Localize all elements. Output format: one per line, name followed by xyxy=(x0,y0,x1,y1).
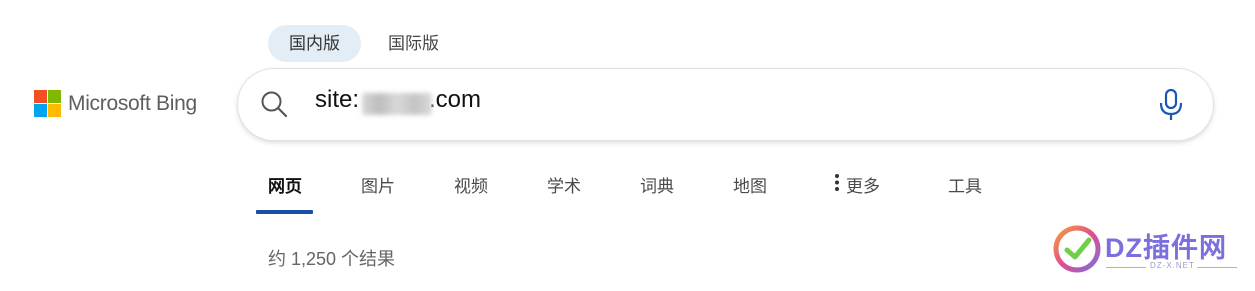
nav-maps[interactable]: 地图 xyxy=(733,166,767,216)
watermark-line-left xyxy=(1106,267,1146,268)
nav-label: 网页 xyxy=(268,177,302,196)
nav-label: 图片 xyxy=(361,177,395,196)
nav-academic[interactable]: 学术 xyxy=(547,166,581,216)
watermark-subtext: DZ-X.NET xyxy=(1150,261,1195,270)
nav-label: 工具 xyxy=(948,177,982,196)
tab-domestic[interactable]: 国内版 xyxy=(268,25,361,62)
nav-more[interactable]: 更多 xyxy=(834,166,880,216)
search-icon[interactable] xyxy=(259,89,289,119)
bing-logo[interactable]: Microsoft Bing xyxy=(34,90,197,117)
nav-dictionary[interactable]: 词典 xyxy=(640,166,674,216)
nav-label: 地图 xyxy=(733,177,767,196)
nav-label: 视频 xyxy=(454,177,488,196)
active-tab-underline xyxy=(256,210,313,214)
watermark-text: DZ插件网 xyxy=(1105,233,1227,263)
redaction-blur xyxy=(362,93,432,115)
nav-label: 学术 xyxy=(547,177,581,196)
logo-text: Microsoft Bing xyxy=(68,91,197,115)
microphone-icon[interactable] xyxy=(1158,88,1184,122)
microsoft-logo-icon xyxy=(34,90,61,117)
search-query-prefix: site: xyxy=(315,86,360,113)
watermark-logo-icon xyxy=(1053,225,1101,273)
nav-tools[interactable]: 工具 xyxy=(948,166,982,216)
vertical-dots-icon xyxy=(835,174,839,191)
nav-images[interactable]: 图片 xyxy=(361,166,395,216)
search-query-suffix: .com xyxy=(429,86,482,113)
search-box[interactable]: site: .com xyxy=(238,69,1213,140)
result-count: 约 1,250 个结果 xyxy=(268,249,396,269)
search-input[interactable]: site: .com xyxy=(315,86,1135,124)
region-tabs: 国内版 国际版 xyxy=(268,25,460,62)
nav-web[interactable]: 网页 xyxy=(268,166,302,216)
nav-label: 更多 xyxy=(846,177,880,196)
watermark-line-right xyxy=(1197,267,1237,268)
watermark: DZ插件网 DZ-X.NET xyxy=(1052,220,1247,280)
nav-videos[interactable]: 视频 xyxy=(454,166,488,216)
nav-label: 词典 xyxy=(640,177,674,196)
tab-international[interactable]: 国际版 xyxy=(367,25,460,62)
